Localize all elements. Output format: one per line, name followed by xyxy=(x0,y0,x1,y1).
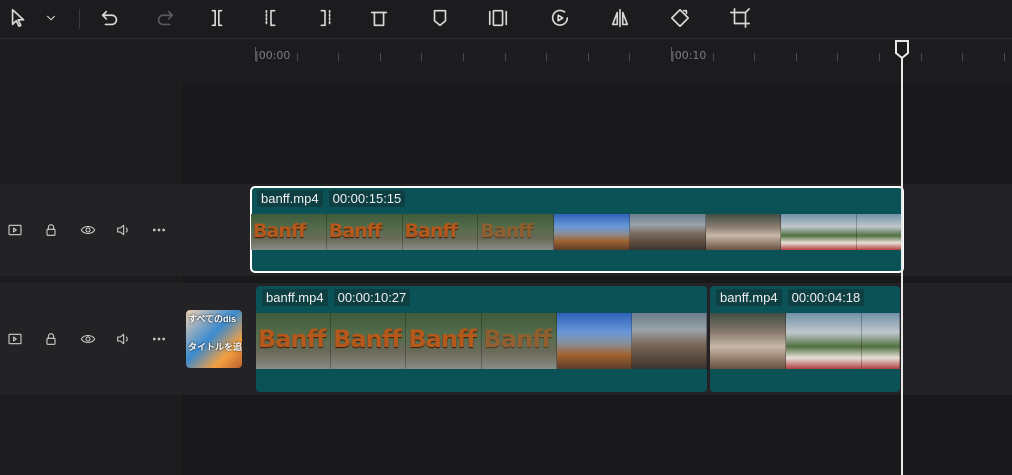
filmstrip-frame: Banff xyxy=(251,214,327,250)
video-clip[interactable]: banff.mp4 00:00:10:27 Banff Banff Banff … xyxy=(256,286,707,392)
clip-filename: banff.mp4 xyxy=(716,289,782,306)
track-1-controls xyxy=(0,215,180,245)
select-pointer-icon[interactable] xyxy=(7,6,31,30)
ruler-tick xyxy=(754,53,756,61)
clip-duration: 00:00:15:15 xyxy=(328,190,406,207)
filmstrip-frame: Banff xyxy=(402,214,479,250)
filmstrip-frame xyxy=(629,214,706,250)
clip-duration: 00:00:10:27 xyxy=(333,289,411,306)
more-icon[interactable] xyxy=(150,330,168,348)
ruler-tick xyxy=(962,53,964,61)
video-clip[interactable]: banff.mp4 00:00:15:15 Banff Banff Banff … xyxy=(250,186,904,273)
filmstrip-frame xyxy=(554,214,630,250)
rotate-icon[interactable] xyxy=(668,6,692,30)
chevron-down-icon[interactable] xyxy=(42,6,60,30)
track-header-panel xyxy=(0,84,181,475)
ruler-tick xyxy=(587,53,589,61)
eye-icon[interactable] xyxy=(79,330,97,348)
frame-title-text: Banff xyxy=(480,220,533,242)
filmstrip-frame xyxy=(556,313,632,369)
clip-filmstrip: Banff Banff Banff Banff xyxy=(256,313,707,369)
track-type-icon xyxy=(6,330,24,348)
track-area xyxy=(181,84,1012,475)
ruler-tick xyxy=(712,53,714,61)
clip-filmstrip: Banff Banff Banff Banff xyxy=(251,214,903,250)
filmstrip-frame: Banff xyxy=(406,313,482,369)
frame-title-text: Banff xyxy=(258,325,326,353)
volume-icon[interactable] xyxy=(114,221,132,239)
filmstrip-frame xyxy=(710,313,786,369)
delete-icon[interactable] xyxy=(367,6,391,30)
undo-icon[interactable] xyxy=(98,6,122,30)
trim-right-icon[interactable] xyxy=(313,6,337,30)
lock-icon[interactable] xyxy=(42,330,60,348)
filmstrip-frame xyxy=(857,214,903,250)
redo-icon[interactable] xyxy=(153,6,177,30)
volume-icon[interactable] xyxy=(114,330,132,348)
ruler-tick xyxy=(629,53,631,61)
frame-title-text: Banff xyxy=(328,220,382,242)
track-type-icon xyxy=(6,221,24,239)
timeline-ruler[interactable]: |00:00 |00:10 xyxy=(0,39,1012,69)
toolbar xyxy=(0,0,1012,39)
ruler-label-0: |00:00 xyxy=(255,49,291,62)
filmstrip-frame: Banff xyxy=(326,214,403,250)
ruler-tick xyxy=(255,47,256,61)
eye-icon[interactable] xyxy=(79,221,97,239)
clip-filename: banff.mp4 xyxy=(257,190,323,207)
ruler-label-10: |00:10 xyxy=(671,49,707,62)
track-2-controls xyxy=(0,324,180,354)
toolbar-divider xyxy=(79,9,80,29)
ruler-tick xyxy=(463,53,464,61)
more-icon[interactable] xyxy=(150,221,168,239)
filmstrip-frame xyxy=(781,214,858,250)
marker-icon[interactable] xyxy=(428,6,452,30)
lock-icon[interactable] xyxy=(42,221,60,239)
ruler-tick xyxy=(795,53,797,61)
filmstrip-frame: Banff xyxy=(478,214,555,250)
freeze-frame-icon[interactable] xyxy=(486,6,510,30)
filmstrip-frame: Banff xyxy=(331,313,407,369)
crop-icon[interactable] xyxy=(728,6,752,30)
frame-title-text: Banff xyxy=(483,325,552,353)
frame-title-text: Banff xyxy=(408,325,476,353)
filmstrip-frame xyxy=(705,214,782,250)
split-icon[interactable] xyxy=(205,6,229,30)
clip-filename: banff.mp4 xyxy=(262,289,328,306)
ruler-tick xyxy=(1003,53,1005,61)
ruler-tick xyxy=(421,53,423,61)
trim-left-icon[interactable] xyxy=(259,6,283,30)
ruler-tick xyxy=(296,53,298,61)
mirror-icon[interactable] xyxy=(608,6,632,30)
clip-duration: 00:00:04:18 xyxy=(787,289,865,306)
ruler-tick xyxy=(920,53,922,61)
filmstrip-frame xyxy=(631,313,707,369)
video-clip[interactable]: banff.mp4 00:00:04:18 xyxy=(710,286,900,392)
reverse-icon[interactable] xyxy=(548,6,572,30)
frame-title-text: Banff xyxy=(253,220,306,242)
filmstrip-frame: Banff xyxy=(256,313,332,369)
filmstrip-frame: Banff xyxy=(481,313,557,369)
playhead-handle-icon[interactable] xyxy=(894,40,910,60)
frame-title-text: Banff xyxy=(333,325,401,353)
ruler-tick xyxy=(879,53,880,61)
ruler-tick xyxy=(379,53,381,61)
filmstrip-frame xyxy=(861,313,900,369)
ruler-tick xyxy=(504,53,506,61)
frame-title-text: Banff xyxy=(404,220,458,242)
cover-text-top: すべてのdis xyxy=(188,314,237,324)
playhead-line[interactable] xyxy=(901,40,903,475)
cover-thumbnail[interactable]: すべてのdis タイトルを追加 xyxy=(186,310,242,368)
ruler-tick xyxy=(837,53,839,61)
ruler-tick xyxy=(671,47,672,61)
clip-filmstrip xyxy=(710,313,900,369)
ruler-tick xyxy=(546,53,548,61)
filmstrip-frame xyxy=(785,313,862,369)
ruler-tick xyxy=(338,53,340,61)
cover-text-bottom: タイトルを追加 xyxy=(188,342,242,352)
